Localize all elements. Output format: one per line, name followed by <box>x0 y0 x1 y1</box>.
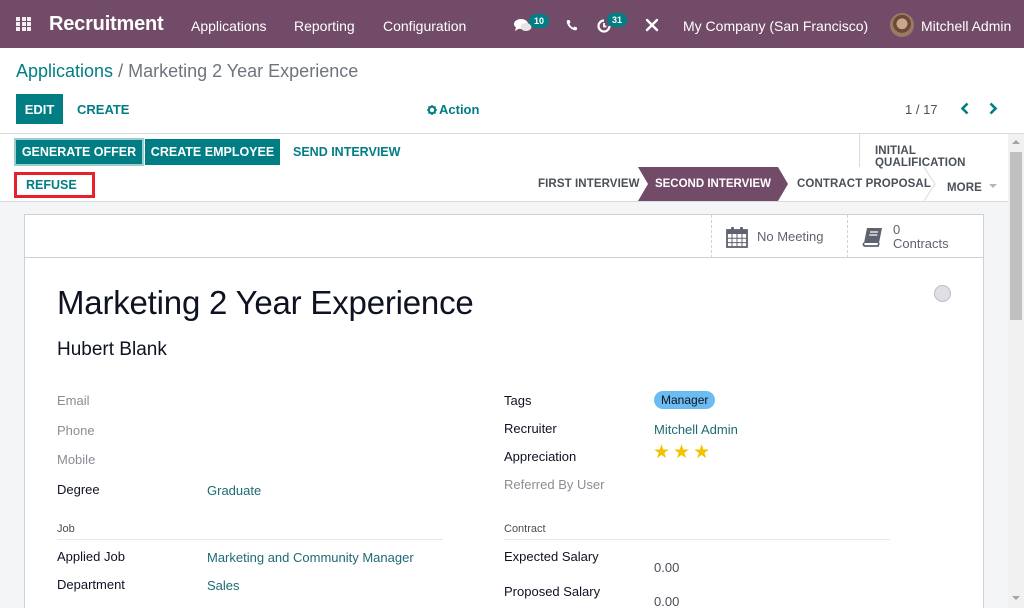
degree-value[interactable]: Graduate <box>207 483 261 498</box>
contracts-label: Contracts <box>893 235 949 251</box>
application-title[interactable]: Marketing 2 Year Experience <box>57 284 474 322</box>
contract-group-divider <box>504 539 890 540</box>
book-icon <box>862 227 882 247</box>
pager-value[interactable]: 1 / 17 <box>905 102 938 117</box>
breadcrumb: Applications / Marketing 2 Year Experien… <box>16 61 358 82</box>
edit-button[interactable]: EDIT <box>16 94 63 124</box>
generate-offer-button[interactable]: GENERATE OFFER <box>14 138 144 166</box>
tag-badge[interactable]: Manager <box>654 391 716 409</box>
refuse-highlight-box <box>14 172 95 198</box>
top-navbar: Recruitment Applications Reporting Confi… <box>0 0 1024 48</box>
contracts-count: 0 <box>893 221 901 237</box>
phone-label: Phone <box>57 423 95 438</box>
contracts-stat: 0 Contracts <box>893 221 949 251</box>
expected-salary-value: 0.00 <box>654 560 680 575</box>
star-icon[interactable]: ★ <box>673 443 690 462</box>
user-avatar[interactable] <box>890 13 914 37</box>
breadcrumb-current: Marketing 2 Year Experience <box>128 61 359 81</box>
meeting-label: No Meeting <box>757 228 824 244</box>
expected-salary-label: Expected Salary <box>504 549 599 564</box>
recruiter-value[interactable]: Mitchell Admin <box>654 422 738 437</box>
stage-second-interview-label: SECOND INTERVIEW <box>654 178 772 190</box>
menu-configuration[interactable]: Configuration <box>383 18 466 34</box>
stage-second-interview[interactable]: SECOND INTERVIEW <box>638 167 788 201</box>
pager-previous-icon[interactable] <box>960 102 970 115</box>
debug-tools-icon[interactable] <box>645 18 659 32</box>
messages-button[interactable]: 10 <box>514 14 550 36</box>
breadcrumb-separator: / <box>113 61 129 81</box>
kanban-state-indicator[interactable] <box>934 285 951 302</box>
action-label: Action <box>439 102 480 117</box>
partner-name[interactable]: Hubert Blank <box>57 339 167 361</box>
proposed-salary-label: Proposed Salary <box>504 584 601 599</box>
create-employee-button[interactable]: CREATE EMPLOYEE <box>145 139 280 165</box>
vertical-scrollbar[interactable] <box>1008 134 1024 608</box>
department-value[interactable]: Sales <box>207 578 240 593</box>
menu-applications[interactable]: Applications <box>191 18 267 34</box>
contract-group-title: Contract <box>504 523 546 535</box>
stage-initial-qualification-label: INITIAL QUALIFICATION <box>875 145 966 169</box>
stage-more-label: MORE <box>947 182 982 194</box>
meeting-smart-button[interactable]: No Meeting <box>711 215 847 258</box>
form-sheet: No Meeting 0 Contracts Marketing 2 Year … <box>24 214 984 608</box>
job-group-divider <box>57 539 443 540</box>
menu-reporting[interactable]: Reporting <box>294 18 355 34</box>
stage-first-interview[interactable]: FIRST INTERVIEW <box>538 178 640 190</box>
send-interview-button[interactable]: SEND INTERVIEW <box>293 145 400 159</box>
applied-job-value[interactable]: Marketing and Community Manager <box>207 550 414 565</box>
tags-label: Tags <box>504 393 532 408</box>
phone-icon[interactable] <box>566 19 578 31</box>
stage-more-dropdown[interactable]: MORE <box>947 178 998 196</box>
recruiter-label: Recruiter <box>504 421 557 436</box>
gear-icon <box>427 105 437 115</box>
apps-grid-icon[interactable] <box>16 17 31 31</box>
activities-button[interactable]: 31 <box>596 13 630 35</box>
activities-badge: 31 <box>607 13 628 27</box>
appreciation-label: Appreciation <box>504 449 577 464</box>
app-name[interactable]: Recruitment <box>49 13 164 36</box>
scroll-up-arrow-icon[interactable] <box>1012 140 1020 144</box>
create-button[interactable]: CREATE <box>77 102 129 117</box>
stage-separator <box>924 167 936 201</box>
applied-job-label: Applied Job <box>57 549 125 564</box>
smart-button-box: No Meeting 0 Contracts <box>25 215 983 258</box>
caret-down-icon <box>989 184 998 188</box>
department-label: Department <box>57 577 125 592</box>
email-label: Email <box>57 393 90 408</box>
messages-badge: 10 <box>529 14 550 28</box>
scrollbar-thumb[interactable] <box>1010 152 1022 320</box>
contracts-smart-button[interactable]: 0 Contracts <box>847 215 983 258</box>
pager-next-icon[interactable] <box>988 102 998 115</box>
user-menu[interactable]: Mitchell Admin <box>921 18 1011 34</box>
mobile-label: Mobile <box>57 452 96 467</box>
referred-by-label: Referred By User <box>504 477 605 492</box>
star-icon[interactable]: ★ <box>693 443 710 462</box>
appreciation-stars: ★ ★ ★ <box>653 443 710 462</box>
breadcrumb-applications[interactable]: Applications <box>16 61 113 81</box>
job-group-title: Job <box>57 523 75 535</box>
scroll-down-arrow-icon[interactable] <box>1012 596 1020 600</box>
degree-label: Degree <box>57 482 100 497</box>
proposed-salary-value: 0.00 <box>654 594 680 608</box>
stage-initial-qualification[interactable]: INITIAL QUALIFICATION <box>859 134 1009 169</box>
stage-contract-proposal[interactable]: CONTRACT PROPOSAL <box>797 178 931 190</box>
company-switcher[interactable]: My Company (San Francisco) <box>683 18 868 34</box>
calendar-icon <box>726 226 748 248</box>
action-menu-button[interactable]: Action <box>427 102 479 117</box>
star-icon[interactable]: ★ <box>653 443 670 462</box>
